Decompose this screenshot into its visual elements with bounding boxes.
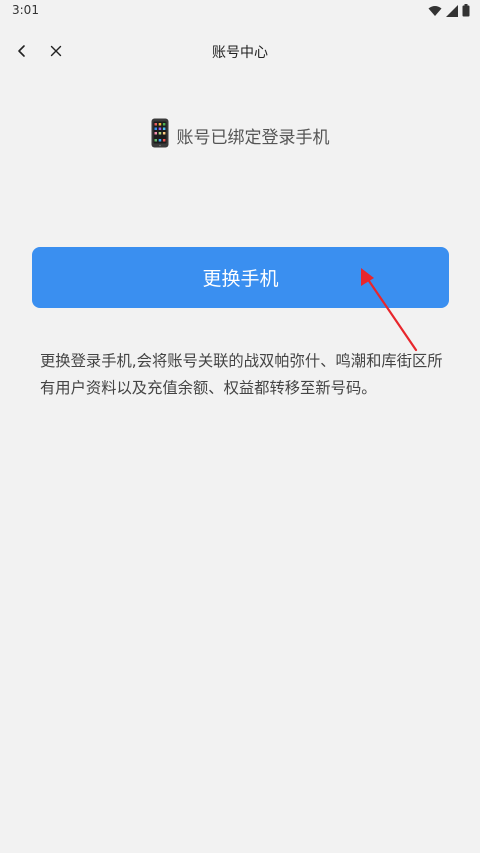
battery-icon — [462, 4, 470, 17]
mobile-phone-icon — [151, 118, 169, 152]
bound-phone-text: 账号已绑定登录手机 — [176, 127, 330, 148]
status-bar: 3:01 — [0, 0, 480, 22]
wifi-icon — [428, 5, 442, 17]
change-phone-button[interactable]: 更换手机 — [32, 247, 449, 308]
page-title: 账号中心 — [212, 45, 268, 61]
change-phone-description: 更换登录手机,会将账号关联的战双帕弥什、鸣潮和库街区所有用户资料以及充值余额、权… — [40, 352, 443, 397]
status-time: 3:01 — [12, 3, 39, 17]
signal-icon — [446, 4, 458, 17]
nav-bar: 账号中心 — [0, 22, 480, 82]
bound-phone-info: 账号已绑定登录手机 — [0, 118, 480, 152]
status-icons — [428, 4, 470, 17]
